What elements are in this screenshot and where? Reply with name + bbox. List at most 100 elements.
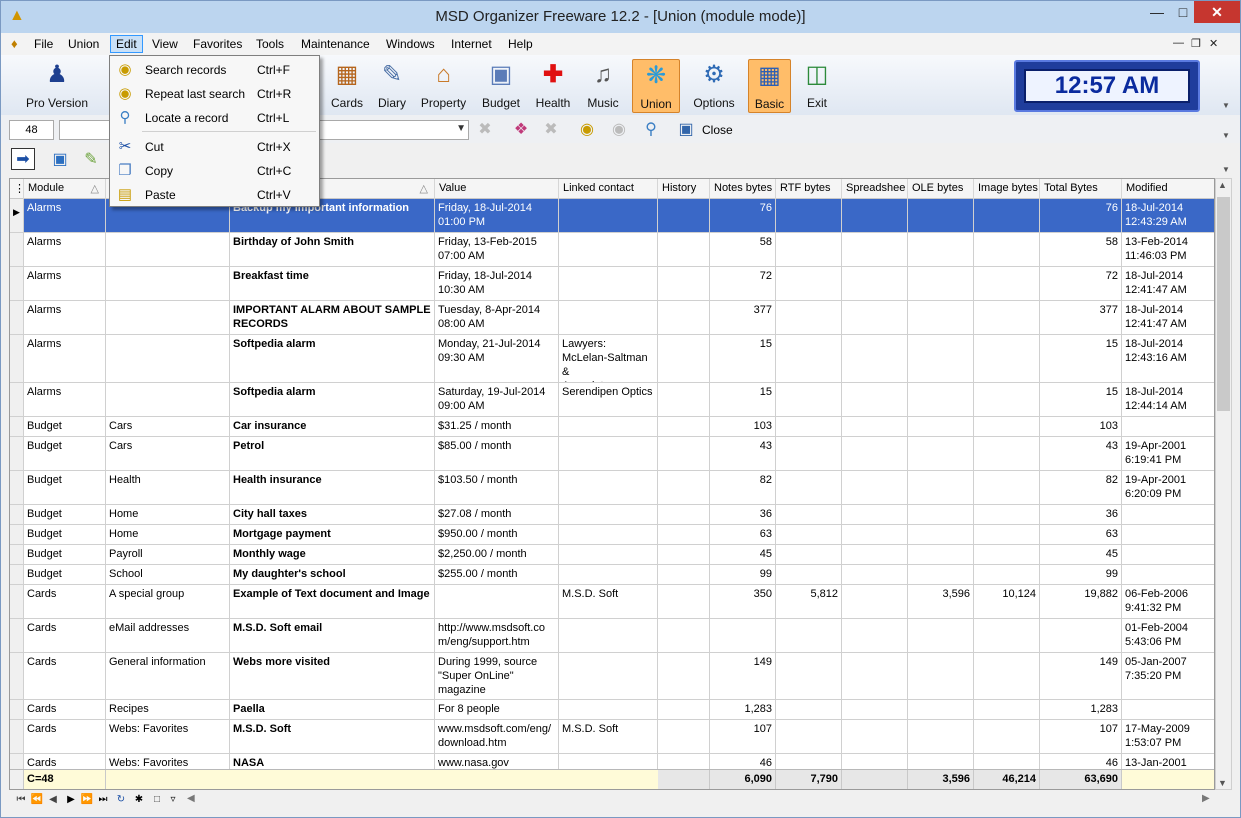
cell-title[interactable]: Example of Text document and Image (230, 585, 435, 618)
menu-union[interactable]: Union (63, 36, 104, 54)
union-button[interactable]: ❋ Union (632, 59, 680, 113)
cell-modified[interactable]: 18-Jul-2014 12:43:16 AM (1122, 335, 1214, 382)
cell-rtf[interactable] (776, 653, 842, 699)
cell-rtf[interactable] (776, 700, 842, 719)
column-linked-contact[interactable]: Linked contact (559, 179, 658, 199)
row-indicator[interactable] (10, 720, 24, 753)
cell-total[interactable]: 377 (1040, 301, 1122, 334)
column-module[interactable]: Module △ (24, 179, 106, 199)
menu-favorites[interactable]: Favorites (188, 36, 247, 54)
cell-contact[interactable]: Serendipen Optics (559, 383, 658, 416)
row-indicator[interactable] (10, 525, 24, 544)
row-indicator[interactable] (10, 233, 24, 266)
cell-group[interactable]: eMail addresses (106, 619, 230, 652)
cell-group[interactable] (106, 267, 230, 300)
mdi-minimize-icon[interactable]: — (1173, 37, 1184, 49)
cell-value[interactable]: $255.00 / month (435, 565, 559, 584)
last-record-icon[interactable]: ⏭ (95, 792, 111, 808)
row-indicator[interactable] (10, 565, 24, 584)
menu-item-cut[interactable]: ✂ Cut Ctrl+X (112, 136, 317, 158)
cell-value[interactable]: Saturday, 19-Jul-2014 09:00 AM (435, 383, 559, 416)
menu-maintenance[interactable]: Maintenance (296, 36, 375, 54)
cell-rtf[interactable] (776, 505, 842, 524)
cell-ole[interactable] (908, 700, 974, 719)
cell-history[interactable] (658, 653, 710, 699)
cell-title[interactable]: M.S.D. Soft email (230, 619, 435, 652)
cell-rtf[interactable] (776, 417, 842, 436)
row-indicator[interactable] (10, 700, 24, 719)
cell-contact[interactable] (559, 505, 658, 524)
cell-rtf[interactable] (776, 565, 842, 584)
cell-total[interactable]: 76 (1040, 199, 1122, 232)
cell-rtf[interactable] (776, 545, 842, 564)
cell-module[interactable]: Cards (24, 619, 106, 652)
cell-title[interactable]: City hall taxes (230, 505, 435, 524)
cell-ole[interactable] (908, 619, 974, 652)
cell-group[interactable]: General information (106, 653, 230, 699)
cell-ole[interactable] (908, 233, 974, 266)
cell-ole[interactable] (908, 653, 974, 699)
cell-group[interactable] (106, 233, 230, 266)
menu-item-search-records[interactable]: ◉ Search records Ctrl+F (112, 59, 317, 81)
cell-value[interactable]: $950.00 / month (435, 525, 559, 544)
table-row[interactable]: Alarms Birthday of John Smith Friday, 13-F… (10, 233, 1214, 267)
cell-rtf[interactable] (776, 199, 842, 232)
cell-module[interactable]: Alarms (24, 233, 106, 266)
cell-group[interactable]: Recipes (106, 700, 230, 719)
cell-history[interactable] (658, 619, 710, 652)
cell-notes[interactable]: 1,283 (710, 700, 776, 719)
row-indicator[interactable] (10, 437, 24, 470)
cell-title[interactable]: My daughter's school (230, 565, 435, 584)
menu-windows[interactable]: Windows (381, 36, 440, 54)
table-row[interactable]: Budget School My daughter's school $255.00 … (10, 565, 1214, 585)
cell-notes[interactable]: 377 (710, 301, 776, 334)
cell-title[interactable]: Health insurance (230, 471, 435, 504)
cell-value[interactable]: For 8 people (435, 700, 559, 719)
cell-modified[interactable]: 05-Jan-2007 7:35:20 PM (1122, 653, 1214, 699)
cell-history[interactable] (658, 700, 710, 719)
cell-modified[interactable]: 17-May-2009 1:53:07 PM (1122, 720, 1214, 753)
cell-history[interactable] (658, 301, 710, 334)
cell-spread[interactable] (842, 525, 908, 544)
vertical-scrollbar[interactable]: ▲ ▼ (1215, 178, 1232, 790)
table-row[interactable]: Cards Recipes Paella For 8 people 1,283 1,283 (10, 700, 1214, 720)
cell-module[interactable]: Alarms (24, 383, 106, 416)
scroll-up-icon[interactable]: ▲ (1218, 180, 1227, 190)
cell-group[interactable] (106, 301, 230, 334)
table-row[interactable]: Cards A special group Example of Text docu… (10, 585, 1214, 619)
next-page-icon[interactable]: ⏩ (79, 792, 95, 808)
cell-image[interactable] (974, 267, 1040, 300)
basic-button[interactable]: ▦ Basic (748, 59, 791, 113)
cell-rtf[interactable] (776, 383, 842, 416)
cell-total[interactable]: 82 (1040, 471, 1122, 504)
cell-image[interactable] (974, 653, 1040, 699)
go-record-icon[interactable]: ➡ (11, 148, 35, 170)
cell-ole[interactable] (908, 565, 974, 584)
cell-group[interactable]: Health (106, 471, 230, 504)
row-indicator[interactable] (10, 301, 24, 334)
cell-image[interactable] (974, 720, 1040, 753)
cell-image[interactable] (974, 525, 1040, 544)
refresh-icon[interactable]: ↻ (113, 792, 129, 808)
table-row[interactable]: Cards General information Webs more visite… (10, 653, 1214, 700)
options-button[interactable]: ⚙ Options (689, 59, 739, 113)
record-toolbar-scroll-icon[interactable]: ▼ (1222, 165, 1236, 175)
cell-title[interactable]: Webs more visited (230, 653, 435, 699)
close-button[interactable]: Close (702, 123, 733, 137)
cell-value[interactable]: Monday, 21-Jul-2014 09:30 AM (435, 335, 559, 382)
cell-contact[interactable] (559, 267, 658, 300)
magnifier-icon[interactable]: ⚲ (641, 120, 661, 140)
cell-module[interactable]: Alarms (24, 267, 106, 300)
cell-image[interactable] (974, 565, 1040, 584)
column-history[interactable]: History (658, 179, 710, 199)
cell-image[interactable] (974, 471, 1040, 504)
cell-rtf[interactable] (776, 525, 842, 544)
table-row[interactable]: Alarms Softpedia alarm Monday, 21-Jul-2014… (10, 335, 1214, 383)
next-record-icon[interactable]: ▶ (63, 792, 79, 808)
row-indicator[interactable] (10, 335, 24, 382)
cell-rtf[interactable] (776, 267, 842, 300)
cell-total[interactable]: 1,283 (1040, 700, 1122, 719)
cell-module[interactable]: Cards (24, 653, 106, 699)
cell-title[interactable]: IMPORTANT ALARM ABOUT SAMPLE RECORDS (230, 301, 435, 334)
cell-title[interactable]: Birthday of John Smith (230, 233, 435, 266)
